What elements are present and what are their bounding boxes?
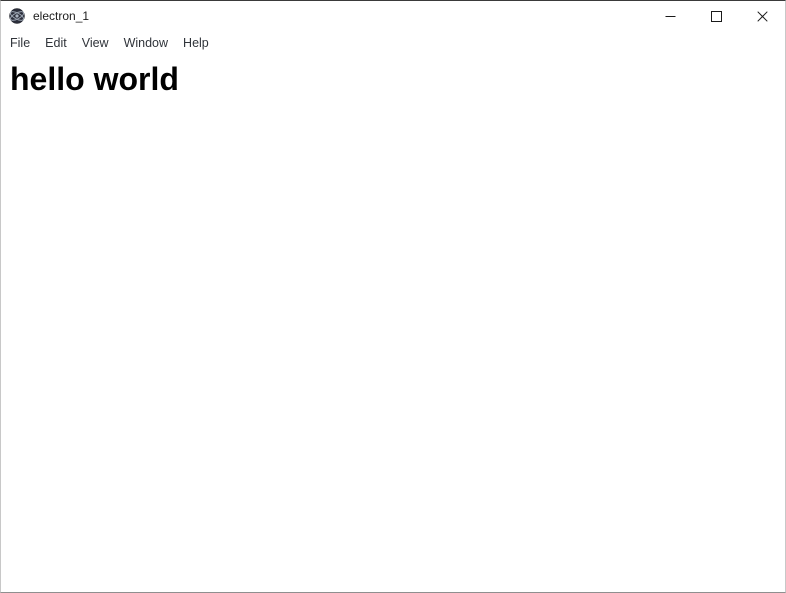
window-controls: [647, 1, 785, 31]
menu-item-help[interactable]: Help: [183, 31, 209, 55]
title-bar-left-group: electron_1: [1, 8, 89, 24]
menu-item-edit[interactable]: Edit: [45, 31, 67, 55]
close-icon: [756, 10, 768, 22]
menu-item-file[interactable]: File: [10, 31, 30, 55]
page-heading: hello world: [10, 61, 179, 97]
menu-bar: File Edit View Window Help: [1, 31, 785, 55]
minimize-button[interactable]: [647, 1, 693, 31]
close-button[interactable]: [739, 1, 785, 31]
content-area: hello world: [1, 55, 785, 592]
menu-item-window[interactable]: Window: [124, 31, 168, 55]
window-title: electron_1: [33, 9, 90, 23]
menu-item-view[interactable]: View: [82, 31, 109, 55]
electron-logo-icon: [9, 8, 25, 24]
application-window: electron_1 File Edit View Window Help he…: [0, 0, 786, 593]
title-bar[interactable]: electron_1: [1, 1, 785, 31]
maximize-icon: [710, 10, 722, 22]
maximize-button[interactable]: [693, 1, 739, 31]
minimize-icon: [665, 11, 676, 22]
